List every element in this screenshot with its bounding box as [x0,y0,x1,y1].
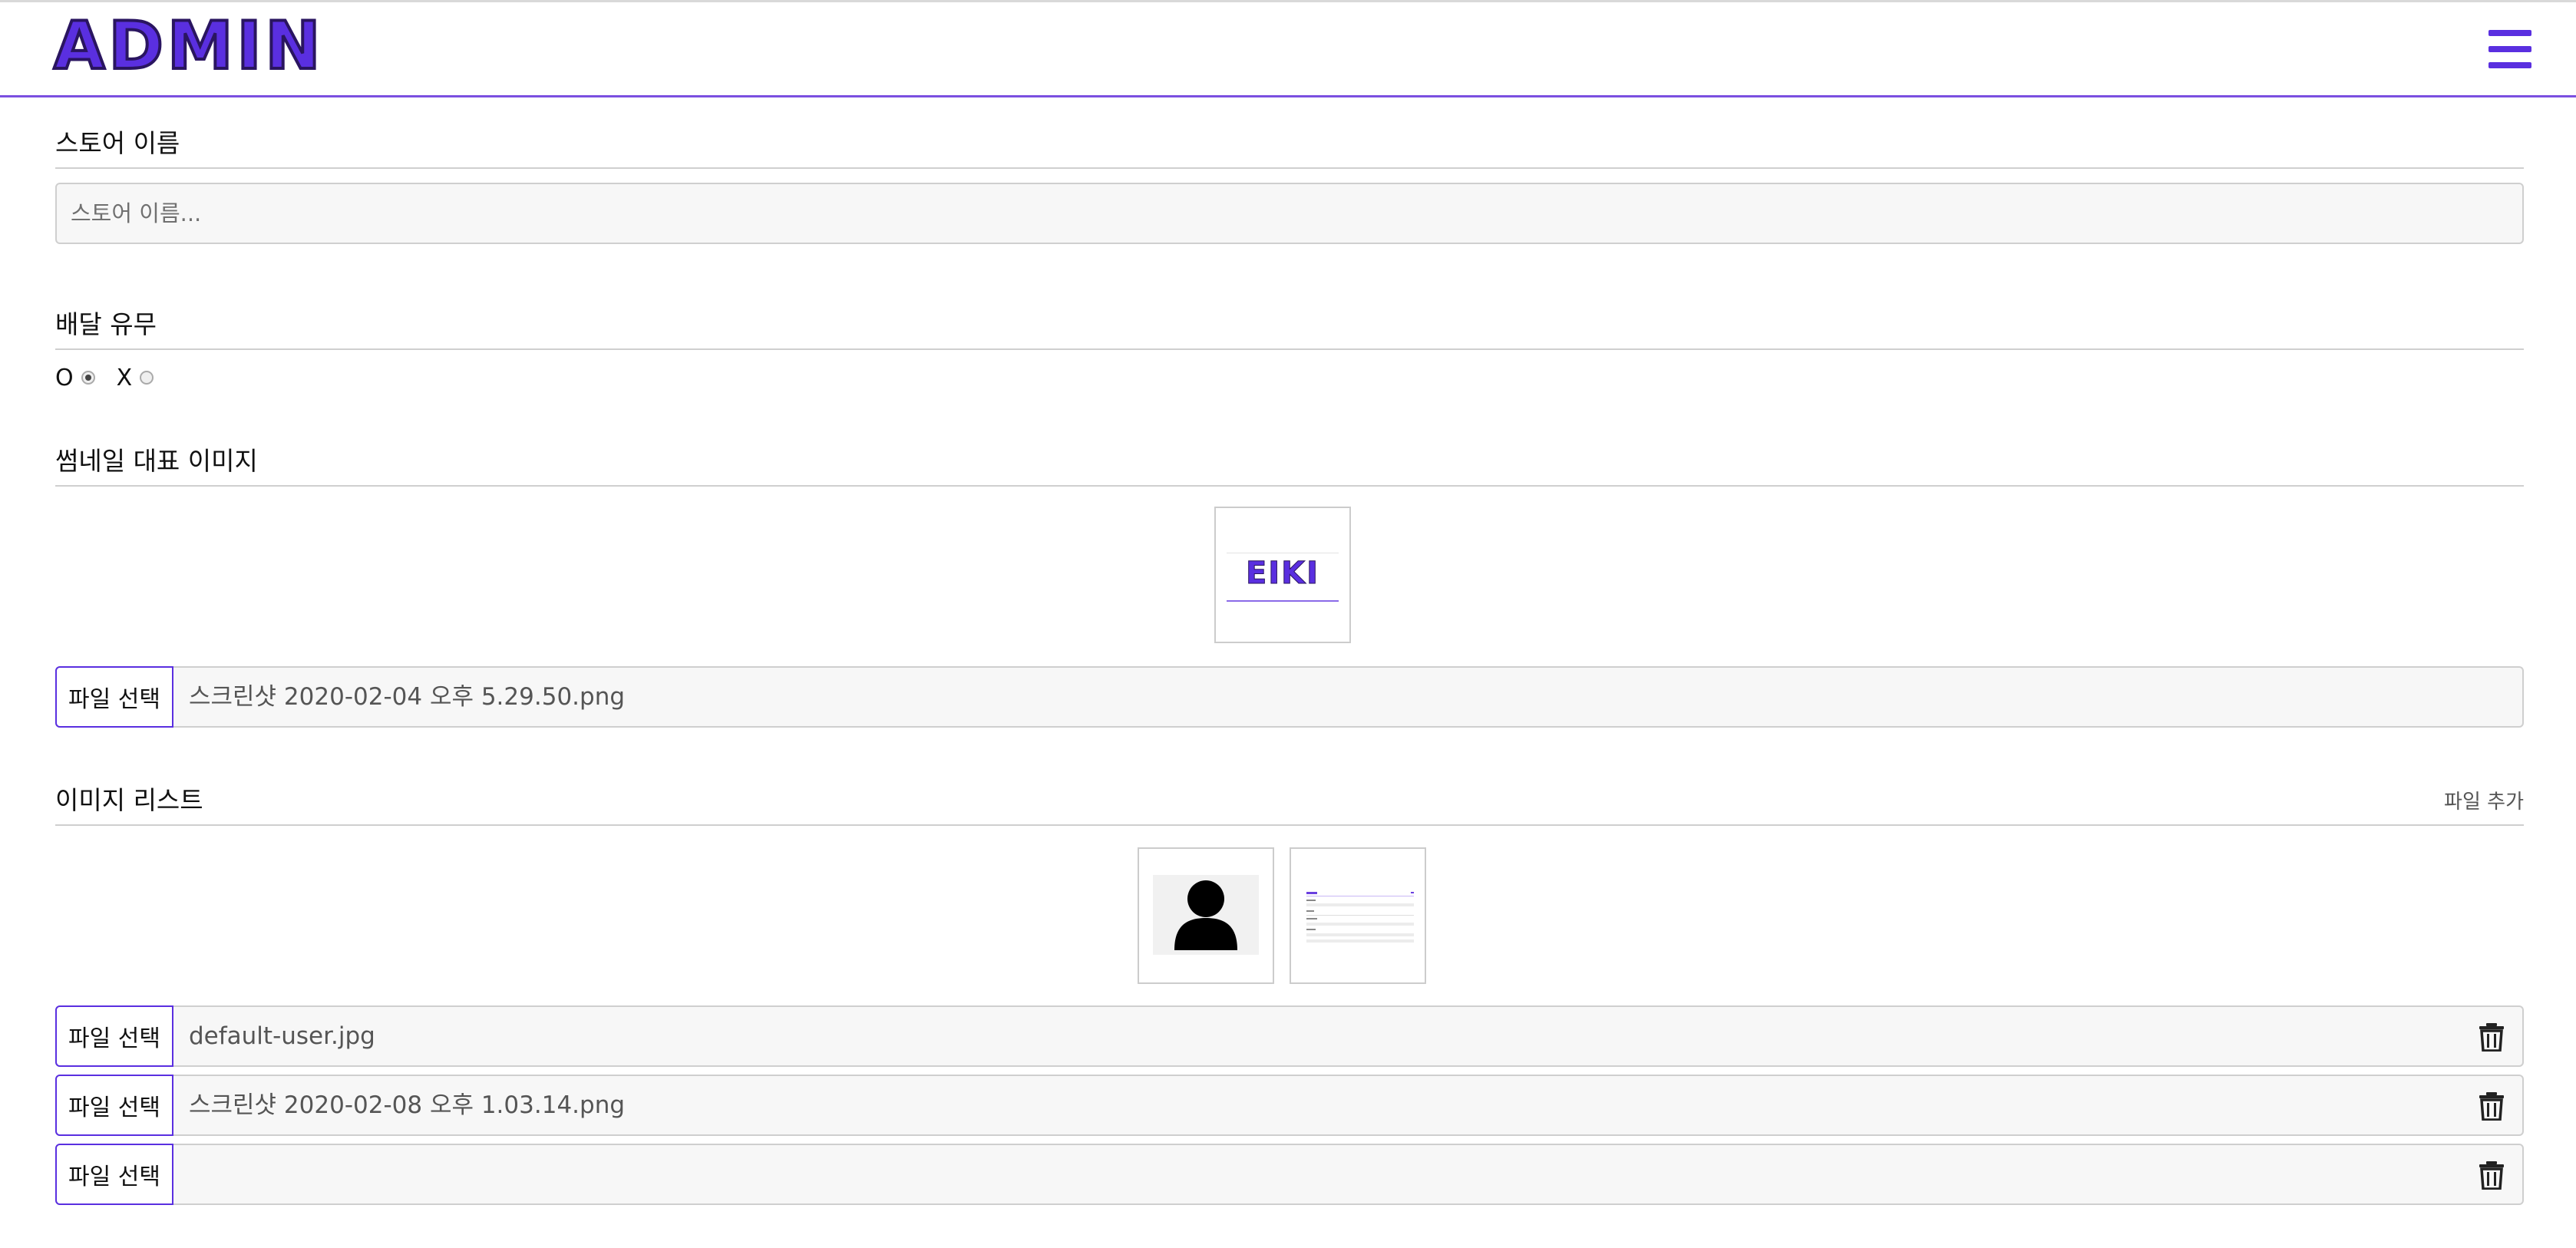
admin-logo[interactable]: ADMIN [52,12,325,81]
divider [55,348,2524,350]
delivery-label: 배달 유무 [55,309,157,339]
hamburger-menu-icon[interactable] [2488,30,2531,68]
image-file-row: 파일 선택 default-user.jpg [55,1005,2524,1067]
delivery-radio-x[interactable] [140,371,154,385]
image-file-select-button[interactable]: 파일 선택 [55,1144,173,1205]
image-file-row: 파일 선택 스크린샷 2020-02-08 오후 1.03.14.png [55,1075,2524,1136]
thumbnail-preview[interactable]: EIKI [1214,507,1351,643]
image-preview-user[interactable] [1138,847,1274,984]
store-name-input[interactable] [55,183,2524,244]
trash-icon[interactable] [2478,1022,2505,1052]
image-list-label: 이미지 리스트 [55,785,203,815]
delivery-option-o-label: O [55,364,74,391]
add-file-link[interactable]: 파일 추가 [2444,786,2524,814]
image-file-select-button[interactable]: 파일 선택 [55,1075,173,1136]
screenshot-thumbnail-icon [1306,892,1414,943]
thumbnail-file-select-button[interactable]: 파일 선택 [55,666,173,728]
divider [55,824,2524,826]
thumbnail-file-row: 파일 선택 스크린샷 2020-02-04 오후 5.29.50.png [55,666,2524,728]
delivery-radio-o[interactable] [81,371,95,385]
delivery-option-x-label: X [116,364,133,391]
divider [55,485,2524,487]
delivery-option-o[interactable]: O [55,365,95,391]
thumbnail-label: 썸네일 대표 이미지 [55,446,258,476]
image-file-row: 파일 선택 [55,1144,2524,1205]
image-file-name: 스크린샷 2020-02-08 오후 1.03.14.png [189,1091,626,1119]
delivery-option-x[interactable]: X [117,365,154,391]
thumbnail-preview-text: EIKI [1245,556,1320,592]
divider [55,167,2524,169]
store-name-label: 스토어 이름 [55,128,180,158]
image-preview-screenshot[interactable] [1290,847,1426,984]
app-header: ADMIN [0,2,2576,97]
image-file-name: default-user.jpg [189,1022,375,1050]
trash-icon[interactable] [2478,1161,2505,1190]
user-silhouette-icon [1174,880,1237,950]
trash-icon[interactable] [2478,1091,2505,1121]
image-file-select-button[interactable]: 파일 선택 [55,1005,173,1067]
delivery-radio-group: O X [55,362,175,393]
thumbnail-file-name: 스크린샷 2020-02-04 오후 5.29.50.png [189,683,626,711]
